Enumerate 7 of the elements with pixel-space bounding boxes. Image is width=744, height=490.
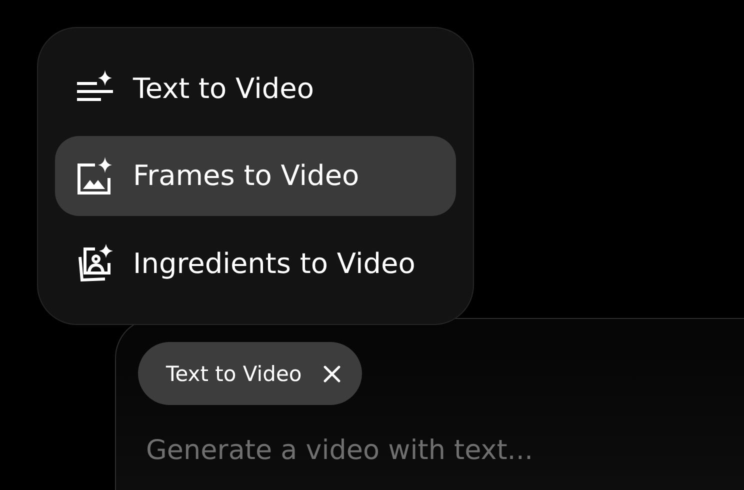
menu-item[interactable]: Frames to Video <box>55 136 456 216</box>
mode-chip[interactable]: Text to Video <box>138 342 362 405</box>
menu-item[interactable]: Text to Video <box>55 49 456 128</box>
prompt-input-field[interactable]: Generate a video with text... <box>146 435 706 466</box>
menu-item[interactable]: Ingredients to Video <box>55 224 456 303</box>
chip-label: Text to Video <box>166 362 302 386</box>
close-icon[interactable] <box>322 364 342 384</box>
